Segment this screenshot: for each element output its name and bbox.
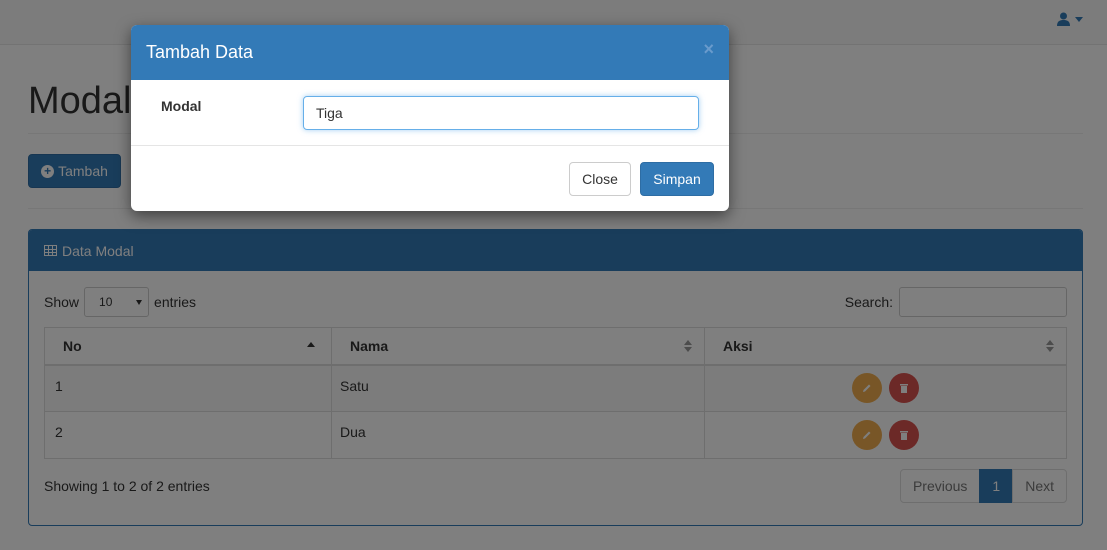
modal-header: Tambah Data ×: [131, 25, 729, 80]
add-data-modal: Tambah Data × Modal Tiga Close Simpan: [131, 25, 729, 211]
modal-field-label: Modal: [161, 98, 202, 114]
close-icon[interactable]: ×: [703, 39, 714, 60]
modal-input[interactable]: Tiga: [303, 96, 699, 130]
modal-body: Modal Tiga: [131, 80, 729, 146]
modal-input-value: Tiga: [316, 105, 343, 121]
modal-footer: Close Simpan: [131, 146, 729, 211]
close-button[interactable]: Close: [569, 162, 631, 196]
modal-title: Tambah Data: [146, 42, 254, 62]
save-button[interactable]: Simpan: [640, 162, 714, 196]
